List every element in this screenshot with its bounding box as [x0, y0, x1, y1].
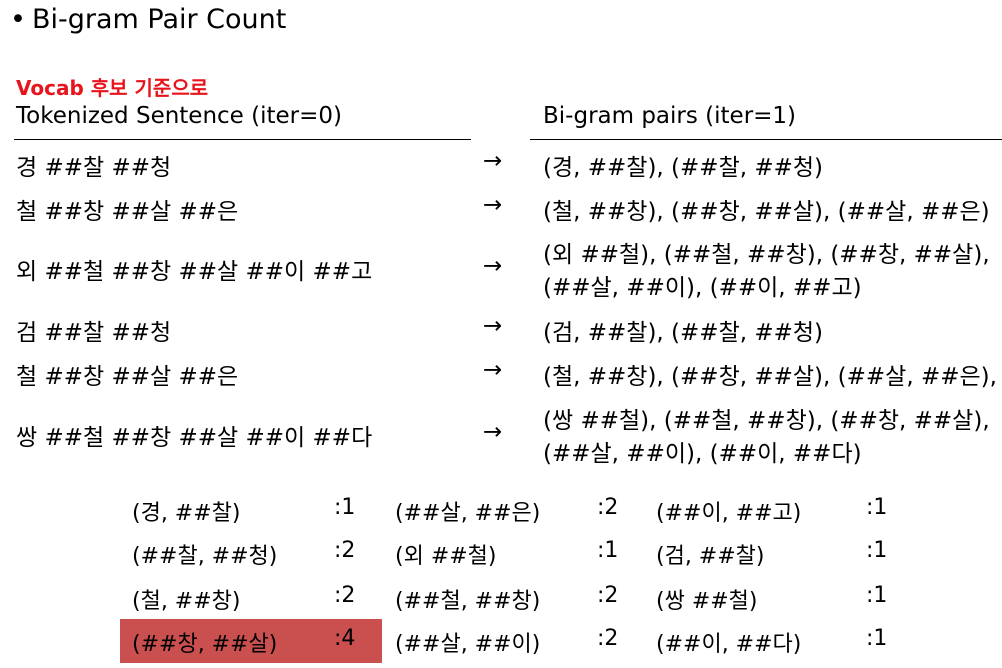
page-title: • Bi-gram Pair Count — [10, 4, 286, 35]
arrow-right-icon: → — [483, 192, 503, 218]
bigram-pairs-line-2: (##살, ##이), (##이, ##고) — [543, 275, 862, 301]
tokenized-sentence: 철 ##창 ##살 ##은 — [16, 199, 239, 225]
bigram-pairs: (철, ##창), (##창, ##살), (##살, ##은) — [543, 199, 990, 225]
pair-count-value: :2 — [334, 538, 356, 563]
arrow-right-icon: → — [483, 148, 503, 174]
header-bigram-pairs: Bi-gram pairs (iter=1) — [543, 103, 797, 129]
bigram-pairs: (경, ##찰), (##찰, ##청) — [543, 155, 824, 181]
tokenized-sentence: 경 ##찰 ##청 — [16, 155, 172, 181]
pair-count-pair: (##이, ##다) — [656, 632, 802, 657]
bigram-pairs-line-2: (##살, ##이), (##이, ##다) — [543, 441, 862, 467]
pair-count-pair: (외 ##철) — [395, 544, 497, 569]
arrow-right-icon: → — [483, 419, 503, 445]
tokenized-sentence: 검 ##찰 ##청 — [16, 320, 172, 346]
pair-count-pair: (##살, ##은) — [395, 501, 541, 526]
pair-count-pair: (철, ##창) — [132, 589, 241, 614]
pair-count-pair: (경, ##찰) — [132, 501, 241, 526]
bigram-pairs: (검, ##찰), (##찰, ##청) — [543, 320, 824, 346]
pair-count-pair: (쌍 ##철) — [656, 589, 758, 614]
pair-count-pair: (##살, ##이) — [395, 632, 541, 657]
bigram-pairs-line-1: (외 ##철), (##철, ##창), (##창, ##살), — [543, 242, 990, 268]
bigram-pairs: (철, ##창), (##창, ##살), (##살, ##은), — [543, 364, 997, 390]
tokenized-sentence: 철 ##창 ##살 ##은 — [16, 364, 239, 390]
header-divider-left — [14, 139, 471, 140]
arrow-right-icon: → — [483, 313, 503, 339]
pair-count-value: :2 — [334, 583, 356, 608]
pair-count-pair-highlighted: (##창, ##살) — [132, 632, 278, 657]
pair-count-value: :2 — [597, 626, 619, 651]
page-title-text: Bi-gram Pair Count — [31, 4, 287, 35]
pair-count-value-highlighted: :4 — [334, 626, 356, 651]
pair-count-value: :2 — [597, 583, 619, 608]
arrow-right-icon: → — [483, 357, 503, 383]
tokenized-sentence: 쌍 ##철 ##창 ##살 ##이 ##다 — [16, 425, 373, 451]
pair-count-pair: (##철, ##창) — [395, 589, 541, 614]
subtitle: Vocab 후보 기준으로 — [16, 76, 209, 100]
pair-count-value: :1 — [866, 495, 888, 520]
header-tokenized-sentence: Tokenized Sentence (iter=0) — [16, 103, 343, 129]
pair-count-value: :1 — [334, 495, 356, 520]
bigram-pairs-line-1: (쌍 ##철), (##철, ##창), (##창, ##살), — [543, 408, 990, 434]
tokenized-sentence: 외 ##철 ##창 ##살 ##이 ##고 — [16, 259, 373, 285]
pair-count-value: :1 — [866, 626, 888, 651]
arrow-right-icon: → — [483, 253, 503, 279]
pair-count-pair: (##찰, ##청) — [132, 544, 278, 569]
pair-count-pair: (검, ##찰) — [656, 544, 765, 569]
pair-count-value: :1 — [866, 538, 888, 563]
pair-count-value: :1 — [866, 583, 888, 608]
pair-count-value: :1 — [597, 538, 619, 563]
pair-count-value: :2 — [597, 495, 619, 520]
bullet-icon: • — [10, 4, 26, 35]
pair-count-pair: (##이, ##고) — [656, 501, 802, 526]
header-divider-right — [530, 139, 1002, 140]
